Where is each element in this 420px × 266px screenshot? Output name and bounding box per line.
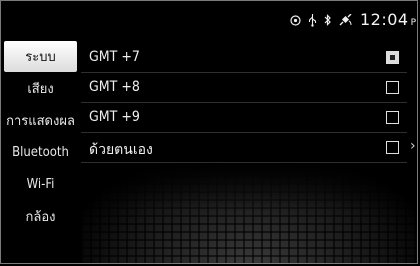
usb-icon [308, 13, 317, 27]
list-item-label: ด้วยตนเอง [89, 142, 153, 158]
radio-selected[interactable] [386, 51, 399, 64]
list-item-label: GMT +7 [89, 49, 140, 65]
list-item-label: GMT +8 [89, 79, 140, 95]
chevron-right-icon[interactable]: › [410, 138, 416, 154]
list-item-label: GMT +9 [89, 109, 140, 125]
clock-ampm: PM [410, 18, 417, 28]
sidebar-item-wifi[interactable]: Wi-Fi [4, 169, 77, 200]
clock-time: 12:04 [360, 10, 409, 29]
sidebar-item-camera[interactable]: กล้อง [4, 201, 77, 232]
satellite-icon [339, 14, 353, 26]
sidebar-item-display[interactable]: การแสดงผล [4, 105, 77, 136]
status-bar: 12:04PM [1, 1, 417, 37]
bluetooth-icon [324, 14, 332, 26]
background-floor-decoration [81, 161, 417, 263]
settings-screen: 12:04PM ระบบ เสียง การแสดงผล Bluetooth W… [0, 0, 418, 264]
sidebar-item-system[interactable]: ระบบ [4, 41, 77, 72]
list-item-gmt-8[interactable]: GMT +8 [81, 73, 407, 103]
sidebar-item-bluetooth[interactable]: Bluetooth [4, 137, 77, 168]
list-item-manual[interactable]: ด้วยตนเอง › [81, 133, 416, 163]
radio-unselected[interactable] [386, 111, 399, 124]
status-icons [290, 11, 353, 29]
radio-unselected[interactable] [386, 141, 399, 154]
radio-unselected[interactable] [386, 81, 399, 94]
clock: 12:04PM [360, 10, 417, 29]
circle-target-icon [290, 14, 301, 26]
list-item-gmt-9[interactable]: GMT +9 [81, 103, 407, 133]
sidebar-item-sound[interactable]: เสียง [4, 73, 77, 104]
settings-sidebar: ระบบ เสียง การแสดงผล Bluetooth Wi-Fi กล้… [1, 41, 80, 263]
list-item-gmt-7[interactable]: GMT +7 [81, 43, 407, 73]
